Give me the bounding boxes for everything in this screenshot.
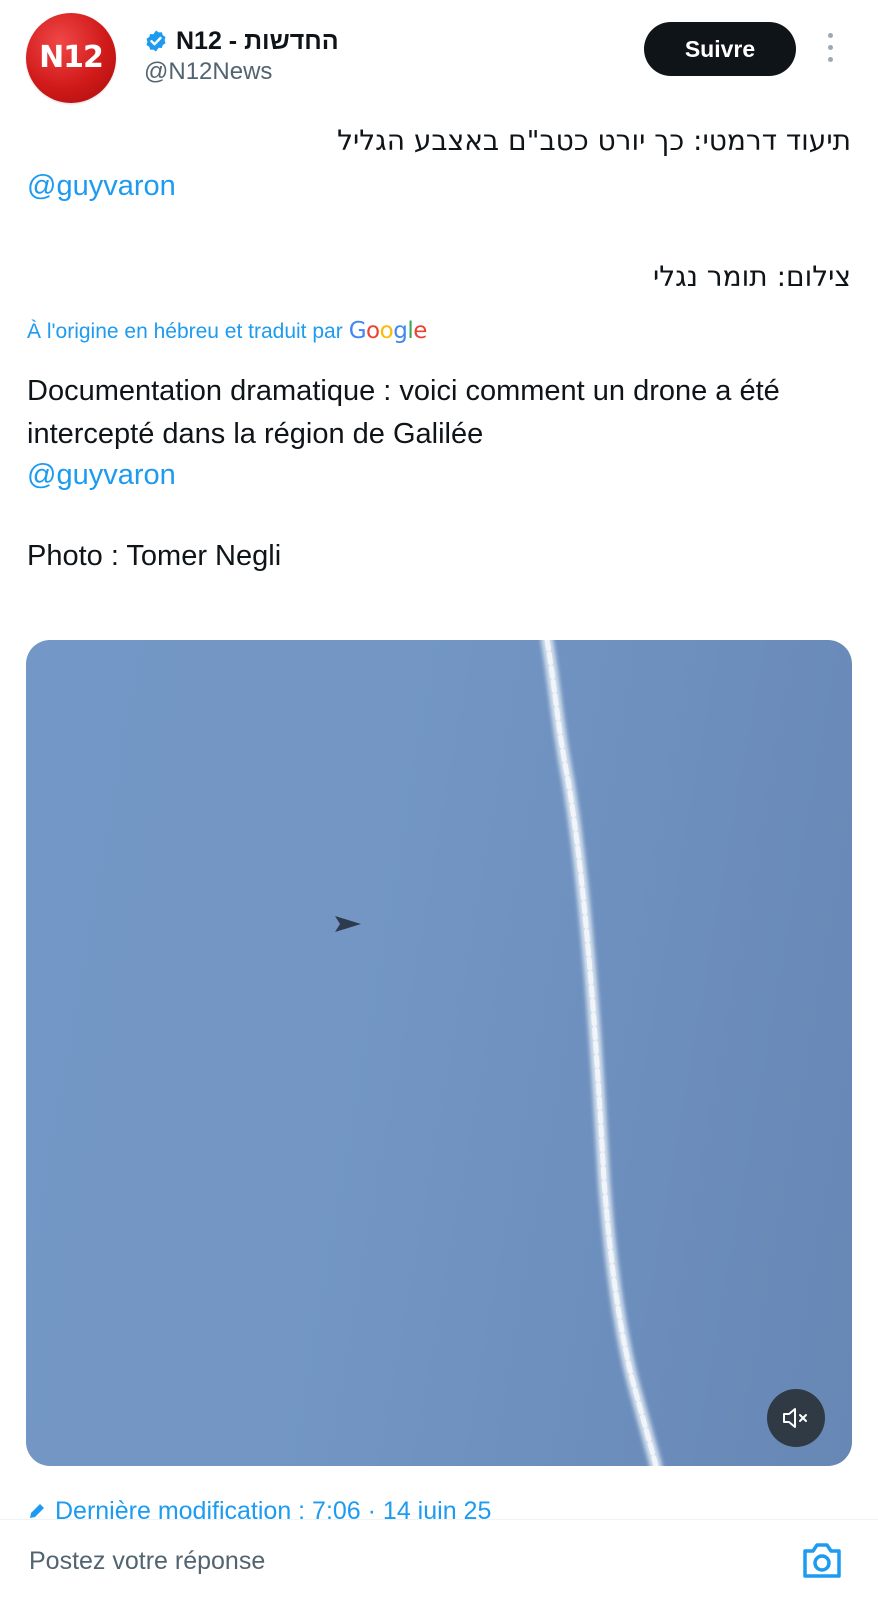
translated-text: Documentation dramatique : voici comment… bbox=[27, 370, 857, 456]
verified-badge-icon bbox=[146, 30, 166, 52]
translated-mention-link[interactable]: @guyvaron bbox=[27, 459, 176, 492]
original-text-line-2: צילום: תומר נגלי bbox=[652, 260, 851, 293]
tweet-detail-page: N12 N12 - החדשות @N12News Suivre תיעוד ד… bbox=[0, 0, 878, 1600]
pencil-icon bbox=[30, 1504, 44, 1518]
author-name-row[interactable]: N12 - החדשות bbox=[144, 24, 339, 58]
volume-muted-icon bbox=[783, 1408, 807, 1428]
drone-silhouette bbox=[335, 916, 361, 932]
translation-note-label: À l'origine en hébreu et traduit par bbox=[27, 320, 343, 343]
tweet-header: N12 N12 - החדשות @N12News Suivre bbox=[0, 0, 878, 110]
camera-icon[interactable] bbox=[800, 1538, 844, 1582]
photo-credit: Photo : Tomer Negli bbox=[27, 540, 282, 572]
google-logo: Google bbox=[348, 318, 428, 344]
mute-toggle-button[interactable] bbox=[767, 1389, 825, 1447]
original-mention-link[interactable]: @guyvaron bbox=[27, 170, 176, 203]
reply-bar bbox=[0, 1519, 878, 1600]
reply-input[interactable] bbox=[27, 1540, 731, 1582]
translated-sentence: Documentation dramatique : voici comment… bbox=[27, 375, 780, 450]
author-display-name: N12 - החדשות bbox=[176, 26, 339, 55]
video-player[interactable] bbox=[26, 640, 852, 1466]
translation-note[interactable]: À l'origine en hébreu et traduit par Goo… bbox=[27, 318, 427, 344]
avatar-logo-text: N12 bbox=[39, 40, 104, 75]
avatar[interactable]: N12 bbox=[26, 13, 116, 103]
video-frame bbox=[335, 640, 662, 1466]
more-vertical-icon[interactable] bbox=[822, 33, 838, 69]
author-handle[interactable]: @N12News bbox=[144, 58, 272, 86]
follow-button[interactable]: Suivre bbox=[644, 22, 796, 76]
original-text-line-1: תיעוד דרמטי: כך יורט כטב"ם באצבע הגליל bbox=[337, 124, 851, 157]
